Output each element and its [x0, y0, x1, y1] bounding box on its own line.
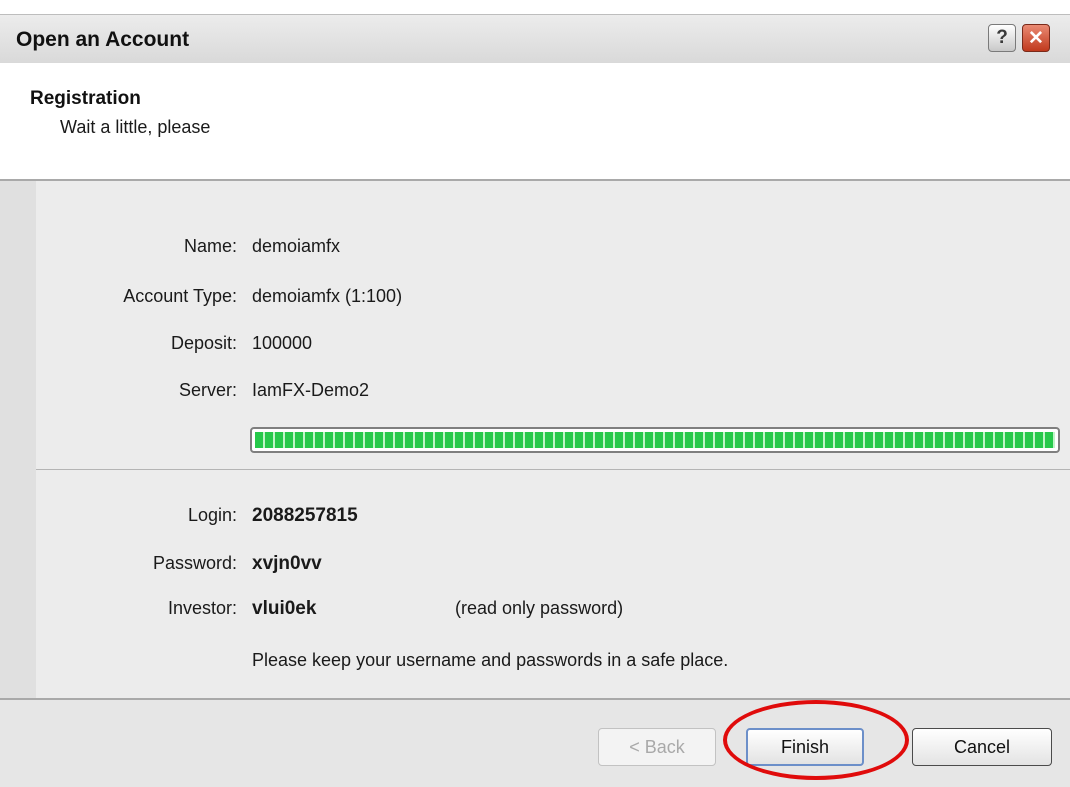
account-type-label: Account Type: [123, 286, 237, 306]
registration-progress-bar [250, 427, 1060, 453]
server-row: Server: IamFX-Demo2 [0, 380, 1070, 404]
deposit-value: 100000 [252, 333, 313, 353]
help-button[interactable]: ? [988, 24, 1016, 52]
progress-fill [255, 432, 1055, 448]
investor-value[interactable]: vlui0ek [252, 598, 316, 620]
window-title: Open an Account [16, 28, 190, 51]
name-value: demoiamfx [252, 236, 341, 256]
server-value: IamFX-Demo2 [252, 380, 370, 400]
deposit-row: Deposit: 100000 [0, 333, 1070, 357]
finish-button[interactable]: Finish [746, 728, 864, 766]
login-row: Login: 2088257815 [0, 505, 1070, 531]
name-label: Name: [183, 236, 237, 256]
password-value[interactable]: xvjn0vv [252, 553, 322, 575]
close-button[interactable]: ✕ [1022, 24, 1050, 52]
help-icon: ? [996, 27, 1008, 48]
page-subtitle: Wait a little, please [60, 117, 211, 137]
investor-note: (read only password) [455, 598, 624, 618]
password-label: Password: [152, 553, 237, 573]
account-type-row: Account Type: demoiamfx (1:100) [0, 286, 1070, 310]
investor-row: Investor: vlui0ek (read only password) [0, 598, 1070, 624]
title-bar: Open an Account ? ✕ [0, 14, 1070, 64]
deposit-label: Deposit: [170, 333, 237, 353]
login-label: Login: [187, 505, 237, 525]
cancel-button[interactable]: Cancel [912, 728, 1052, 766]
password-row: Password: xvjn0vv [0, 553, 1070, 579]
login-value[interactable]: 2088257815 [252, 505, 358, 527]
name-row: Name: demoiamfx [0, 236, 1070, 260]
back-button[interactable]: < Back [598, 728, 716, 766]
account-type-value: demoiamfx (1:100) [252, 286, 403, 306]
server-label: Server: [178, 380, 237, 400]
button-bar [0, 700, 1070, 787]
investor-label: Investor: [167, 598, 237, 618]
open-account-dialog: Open an Account ? ✕ Registration Wait a … [0, 0, 1070, 787]
notice-row: Please keep your username and passwords … [0, 650, 1070, 674]
header-panel: Registration Wait a little, please [0, 63, 1070, 180]
safety-notice: Please keep your username and passwords … [252, 650, 729, 670]
section-divider [36, 469, 1070, 470]
close-icon: ✕ [1028, 27, 1044, 49]
page-title: Registration [30, 88, 141, 109]
